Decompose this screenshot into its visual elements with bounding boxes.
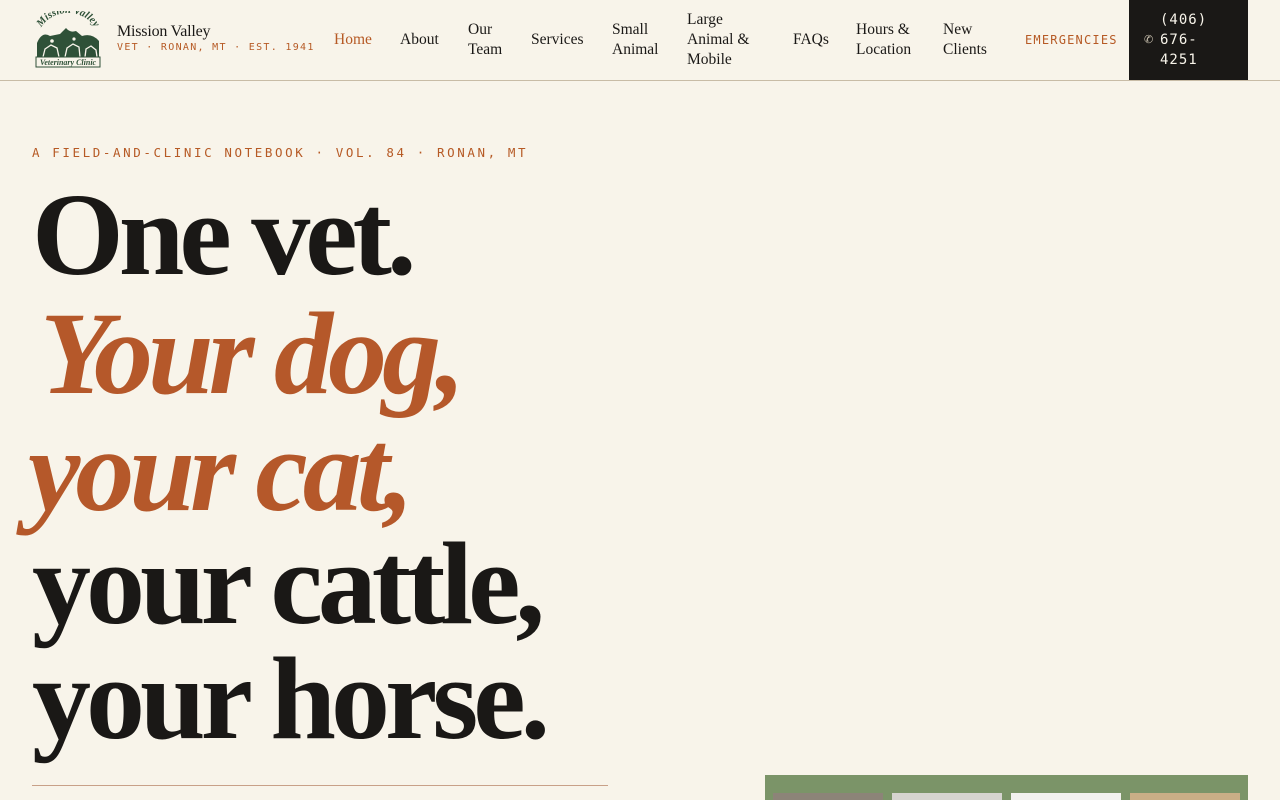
nav-our-team[interactable]: Our Team <box>468 0 513 80</box>
headline-line-3: your cat, <box>28 405 414 536</box>
headline-line-1: One vet. <box>32 169 416 300</box>
nav-large-animal-mobile[interactable]: Large Animal & Mobile <box>687 0 765 80</box>
nav-hours-location[interactable]: Hours & Location <box>856 0 922 80</box>
clinic-logo-icon: Mission Valley Veterinary Clinic <box>34 11 102 68</box>
photo-thumbnail[interactable] <box>1011 793 1121 800</box>
nav-new-clients[interactable]: New Clients <box>943 0 998 80</box>
site-header: Mission Valley Veterinary Clinic Mission… <box>0 0 1280 81</box>
brand-tagline: VET · RONAN, MT · EST. 1941 <box>117 42 315 53</box>
svg-text:Veterinary Clinic: Veterinary Clinic <box>40 58 97 67</box>
photo-thumbnail[interactable] <box>773 793 883 800</box>
hero-kicker: A FIELD-AND-CLINIC NOTEBOOK · VOL. 84 · … <box>32 145 529 160</box>
svg-text:Mission Valley: Mission Valley <box>34 11 101 30</box>
headline-line-4: your cattle, <box>32 518 545 649</box>
phone-icon: ✆ <box>1144 33 1154 46</box>
headline-line-2: Your dog, <box>40 288 466 419</box>
nav-home[interactable]: Home <box>334 0 372 80</box>
photo-thumbnail[interactable] <box>892 793 1002 800</box>
nav-emergencies[interactable]: EMERGENCIES <box>1025 0 1118 80</box>
hero-divider <box>32 785 608 786</box>
call-phone-button[interactable]: ✆ (406) 676-4251 <box>1129 0 1248 80</box>
phone-number: (406) 676-4251 <box>1160 12 1208 68</box>
photo-thumbnail[interactable] <box>1130 793 1240 800</box>
nav-services[interactable]: Services <box>531 0 584 80</box>
nav-small-animal[interactable]: Small Animal <box>612 0 670 80</box>
photo-strip <box>765 775 1248 800</box>
brand-home-link[interactable]: Mission Valley Veterinary Clinic Mission… <box>32 11 322 69</box>
nav-faqs[interactable]: FAQs <box>793 0 829 80</box>
nav-about[interactable]: About <box>400 0 439 80</box>
brand-name: Mission Valley <box>117 23 211 40</box>
headline-line-5: your horse. <box>32 633 550 764</box>
